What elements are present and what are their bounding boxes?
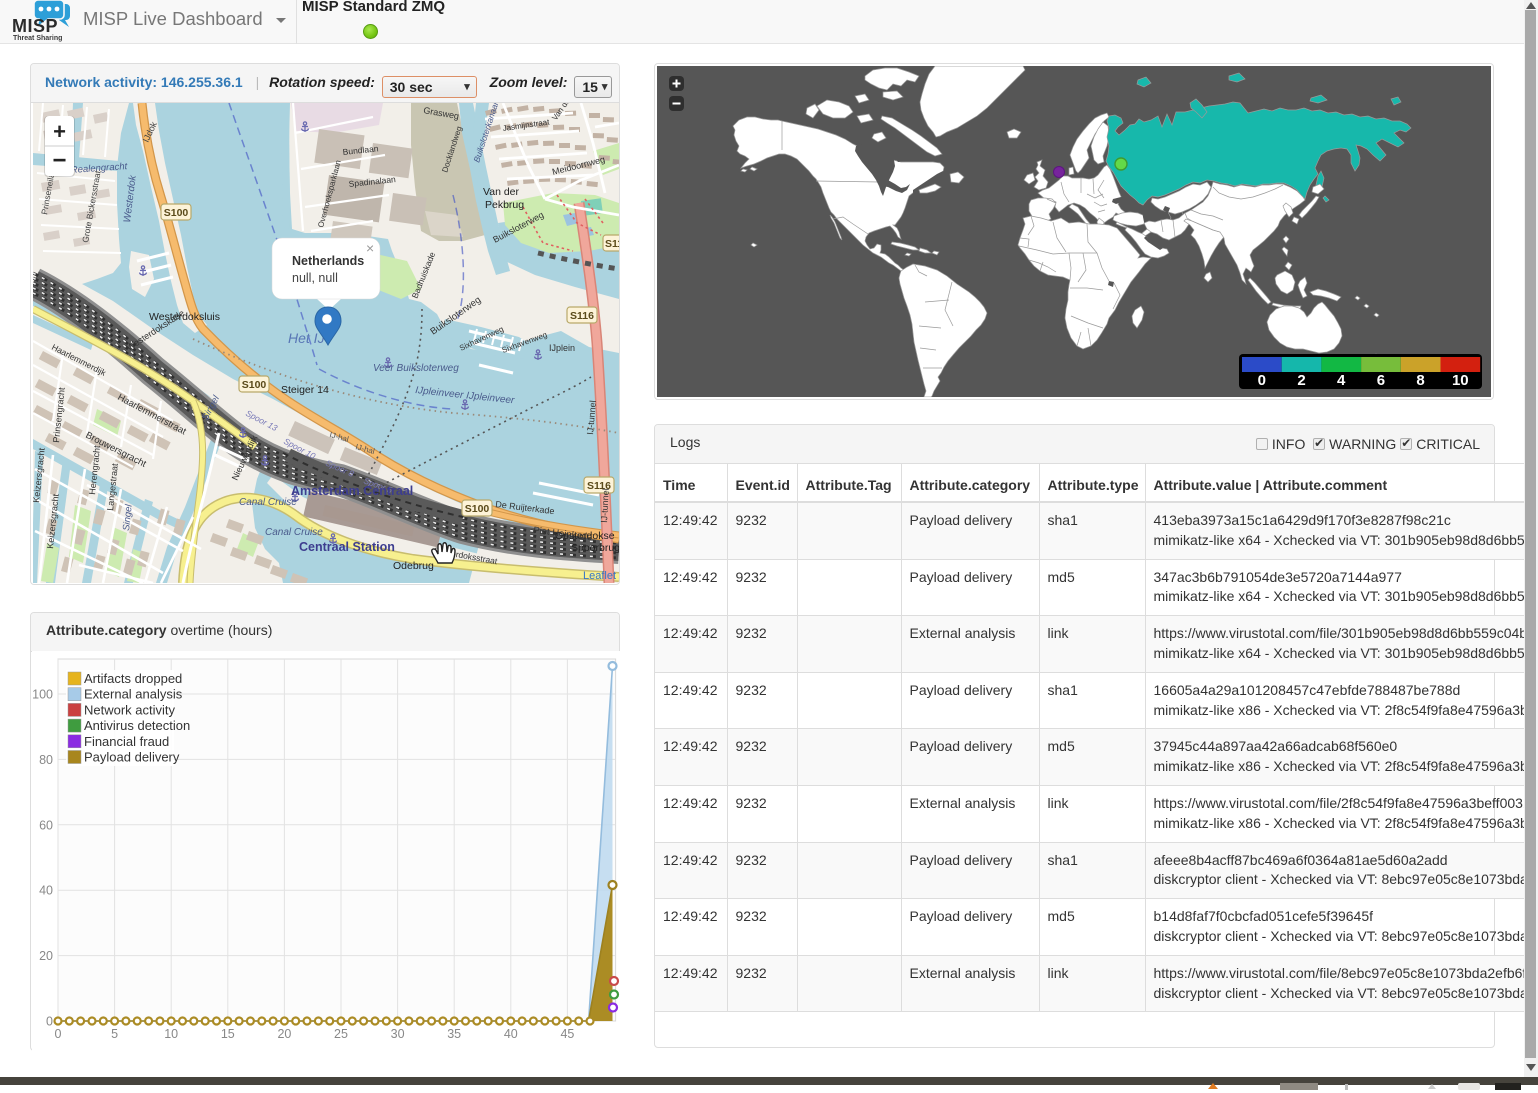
svg-text:2: 2 — [1297, 372, 1305, 389]
svg-text:Netherlands: Netherlands — [292, 254, 364, 268]
svg-text:S100: S100 — [242, 379, 267, 391]
svg-text:35: 35 — [447, 1027, 461, 1041]
svg-text:S116: S116 — [570, 310, 594, 322]
svg-text:×: × — [366, 240, 374, 256]
svg-text:0: 0 — [46, 1015, 53, 1029]
svg-text:S100: S100 — [164, 207, 189, 219]
svg-text:Threat Sharing: Threat Sharing — [13, 35, 62, 42]
svg-text:Van der: Van der — [483, 186, 519, 198]
svg-text:20: 20 — [39, 949, 53, 963]
svg-text:5: 5 — [111, 1027, 118, 1041]
svg-text:8: 8 — [1416, 372, 1424, 389]
svg-text:Canal Cruise: Canal Cruise — [265, 527, 323, 538]
svg-text:Amsterdam Centraal: Amsterdam Centraal — [291, 484, 413, 498]
svg-text:null, null: null, null — [292, 271, 338, 285]
svg-text:MISP: MISP — [12, 16, 58, 36]
svg-text:60: 60 — [39, 818, 53, 832]
svg-text:10: 10 — [164, 1027, 178, 1041]
svg-text:Steiger 14: Steiger 14 — [281, 384, 329, 396]
svg-text:Artifacts dropped: Artifacts dropped — [84, 671, 182, 686]
svg-text:Odebrug: Odebrug — [393, 560, 434, 572]
svg-text:20: 20 — [277, 1027, 291, 1041]
svg-text:0: 0 — [1258, 372, 1266, 389]
svg-text:Centraal Station: Centraal Station — [299, 540, 395, 554]
svg-text:15: 15 — [221, 1027, 235, 1041]
svg-text:Veer Buiksloterweg: Veer Buiksloterweg — [373, 363, 459, 374]
svg-text:Network activity: Network activity — [84, 702, 176, 717]
svg-text:80: 80 — [39, 753, 53, 767]
svg-text:Payload delivery: Payload delivery — [84, 750, 180, 765]
svg-text:S100: S100 — [465, 503, 490, 515]
svg-text:Pekbrug: Pekbrug — [485, 199, 524, 211]
svg-text:4: 4 — [1337, 372, 1346, 389]
svg-text:100: 100 — [32, 688, 53, 702]
svg-text:IJ-tunnel: IJ-tunnel — [599, 488, 611, 523]
svg-text:Financial fraud: Financial fraud — [84, 734, 169, 749]
svg-text:−: − — [52, 147, 66, 174]
svg-text:45: 45 — [560, 1027, 574, 1041]
svg-text:Leaflet: Leaflet — [583, 570, 616, 582]
svg-text:Canal Cruise: Canal Cruise — [239, 497, 297, 508]
svg-text:40: 40 — [39, 884, 53, 898]
svg-text:Spoorbrug: Spoorbrug — [571, 542, 619, 554]
svg-text:Antivirus detection: Antivirus detection — [84, 718, 190, 733]
svg-text:S11: S11 — [605, 238, 619, 250]
svg-text:0: 0 — [55, 1027, 62, 1041]
svg-text:30: 30 — [391, 1027, 405, 1041]
svg-text:IJplein: IJplein — [549, 343, 575, 353]
svg-text:+: + — [53, 119, 66, 144]
svg-text:40: 40 — [504, 1027, 518, 1041]
svg-text:10: 10 — [1452, 372, 1469, 389]
svg-text:25: 25 — [334, 1027, 348, 1041]
svg-text:6: 6 — [1377, 372, 1385, 389]
svg-text:External analysis: External analysis — [84, 687, 183, 702]
